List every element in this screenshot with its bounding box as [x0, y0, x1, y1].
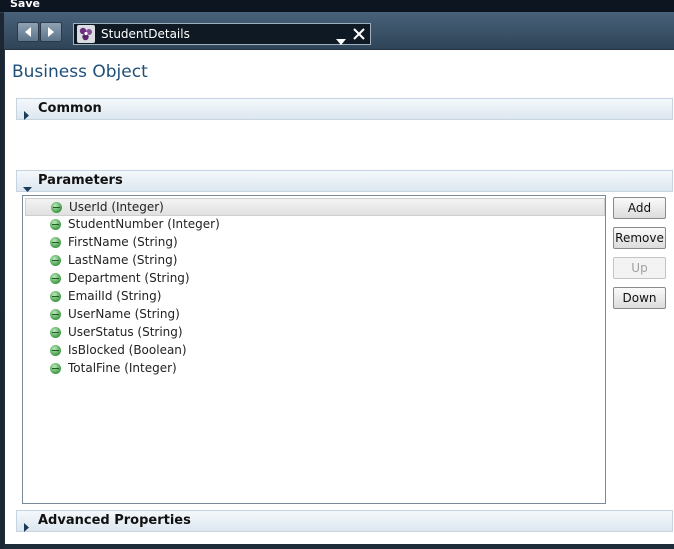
chevron-right-icon [24, 105, 30, 124]
list-item[interactable]: UserName (String) [25, 306, 605, 324]
parameter-icon [50, 363, 61, 374]
parameter-icon [50, 219, 61, 230]
parameter-icon [50, 309, 61, 320]
parameter-icon [50, 327, 61, 338]
parameter-icon [50, 255, 61, 266]
list-item[interactable]: TotalFine (Integer) [25, 360, 605, 378]
close-icon[interactable] [352, 26, 366, 45]
section-advanced-properties[interactable]: Advanced Properties [16, 510, 673, 532]
arrow-right-icon [48, 27, 54, 37]
list-item[interactable]: LastName (String) [25, 252, 605, 270]
parameter-icon [50, 273, 61, 284]
add-parameter-button[interactable]: Add [613, 197, 666, 219]
forward-button[interactable] [40, 22, 62, 42]
parameter-icon [50, 291, 61, 302]
list-item[interactable]: IsBlocked (Boolean) [25, 342, 605, 360]
back-button[interactable] [17, 22, 39, 42]
parameters-list[interactable]: UserId (Integer) StudentNumber (Integer)… [22, 195, 606, 504]
list-item[interactable]: FirstName (String) [25, 234, 605, 252]
chevron-down-icon[interactable] [336, 31, 346, 50]
save-button[interactable]: Save [10, 0, 40, 10]
section-common[interactable]: Common [16, 98, 673, 120]
document-selector[interactable]: StudentDetails [73, 23, 371, 45]
document-title: StudentDetails [101, 27, 190, 41]
page-title: Business Object [12, 62, 148, 82]
list-item[interactable]: EmailId (String) [25, 288, 605, 306]
arrow-left-icon [25, 27, 31, 37]
section-advanced-label: Advanced Properties [38, 513, 191, 528]
list-item[interactable]: UserStatus (String) [25, 324, 605, 342]
section-parameters[interactable]: Parameters [16, 170, 673, 192]
parameter-icon [50, 345, 61, 356]
remove-parameter-button[interactable]: Remove [613, 227, 666, 249]
chevron-right-icon [24, 517, 30, 536]
move-up-button[interactable]: Up [613, 257, 666, 279]
move-down-button[interactable]: Down [613, 287, 666, 309]
list-item[interactable]: Department (String) [25, 270, 605, 288]
section-common-label: Common [38, 101, 102, 116]
parameter-icon [50, 237, 61, 248]
list-item[interactable]: StudentNumber (Integer) [25, 216, 605, 234]
parameter-icon [51, 202, 62, 213]
business-object-icon [77, 25, 95, 43]
list-item[interactable]: UserId (Integer) [25, 198, 605, 216]
section-parameters-label: Parameters [38, 173, 123, 188]
